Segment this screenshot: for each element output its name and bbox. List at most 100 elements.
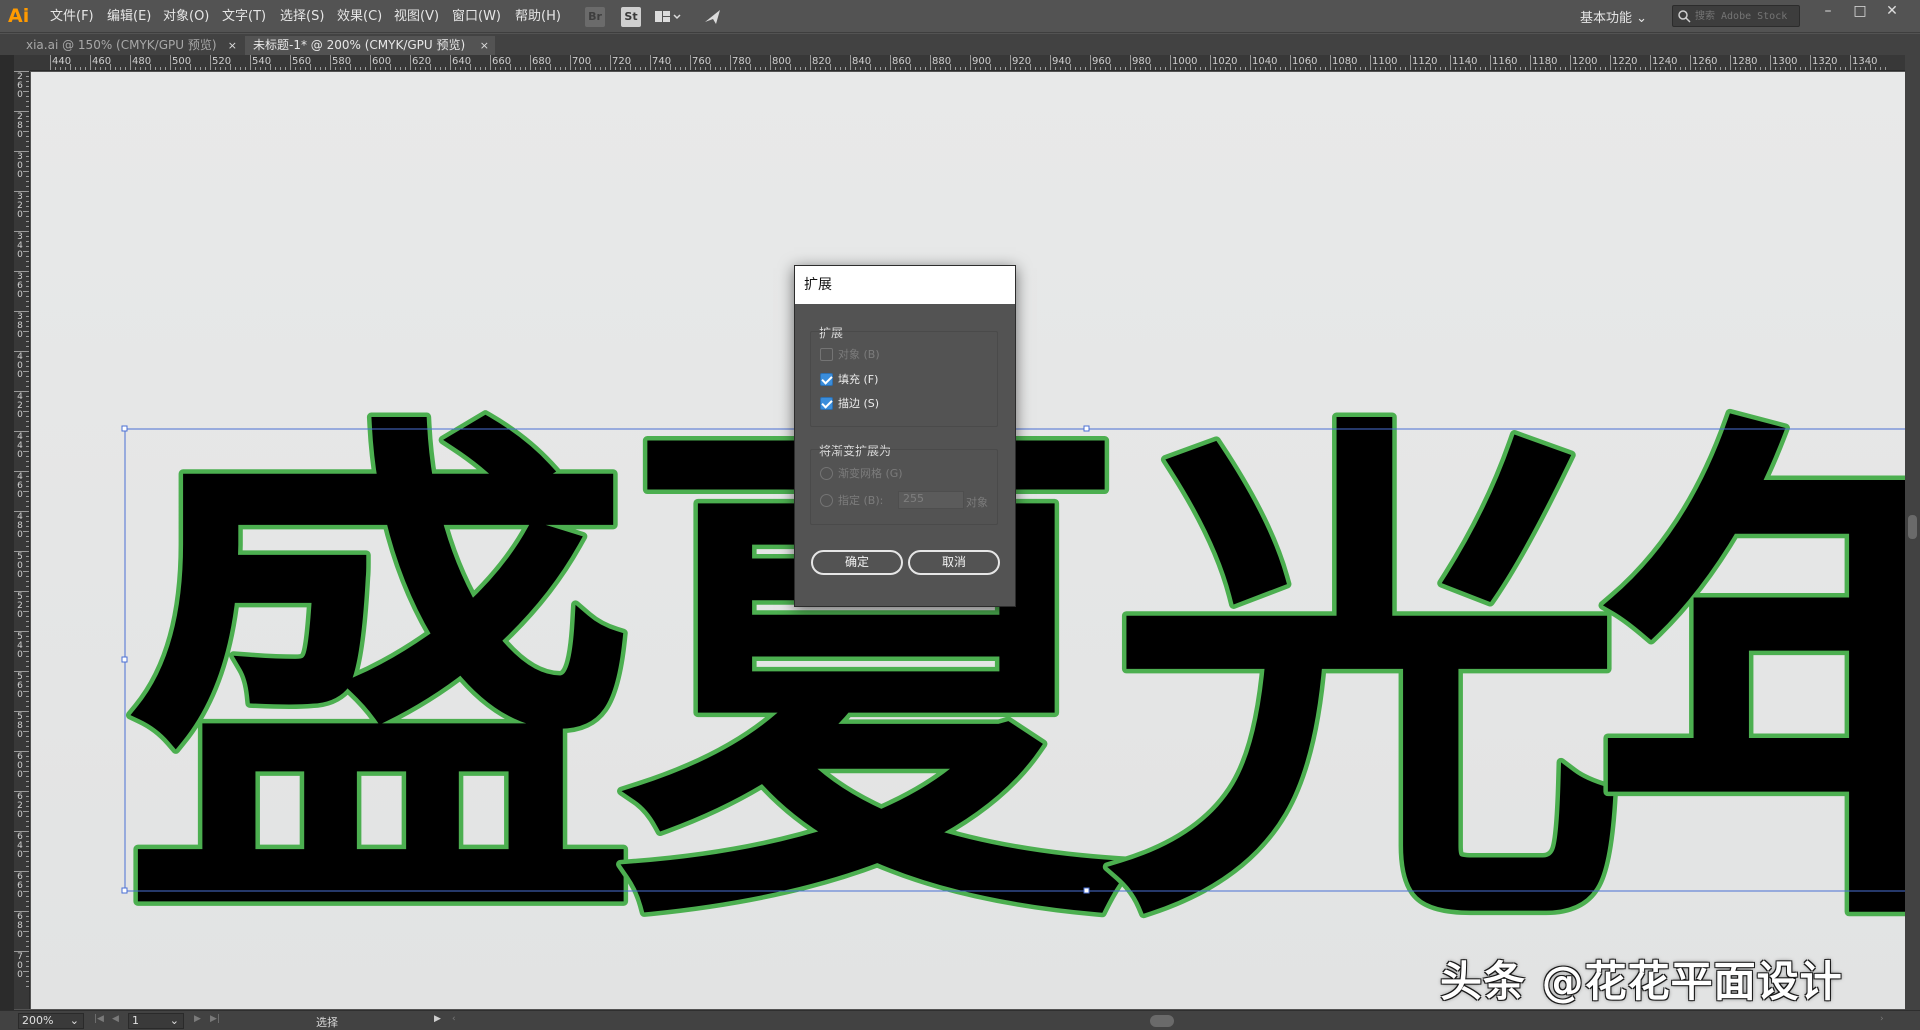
ruler-tick bbox=[26, 396, 29, 397]
gpu-performance-icon[interactable] bbox=[703, 7, 723, 27]
ruler-tick bbox=[1535, 67, 1536, 70]
tab-untitled[interactable]: 未标题-1* @ 200% (CMYK/GPU 预览) × bbox=[245, 36, 495, 55]
checkbox-fill[interactable] bbox=[820, 373, 833, 386]
next-artboard-icon[interactable]: ▶ bbox=[194, 1014, 201, 1024]
ruler-tick bbox=[1705, 67, 1706, 70]
tab-label: xia.ai @ 150% (CMYK/GPU 预览) bbox=[26, 38, 217, 52]
menu-effect[interactable]: 效果(C) bbox=[337, 8, 382, 26]
ruler-tick bbox=[380, 67, 381, 70]
close-tab-icon[interactable]: × bbox=[480, 36, 489, 55]
scroll-left-icon[interactable]: ‹ bbox=[452, 1014, 456, 1024]
ruler-tick bbox=[195, 67, 196, 70]
selection-handle[interactable] bbox=[121, 425, 128, 432]
artboard-number-field[interactable]: 1 ⌄ bbox=[128, 1013, 184, 1029]
ruler-tick bbox=[1545, 67, 1546, 70]
ruler-tick bbox=[1095, 67, 1096, 70]
ruler-tick bbox=[325, 67, 326, 70]
vertical-scrollbar[interactable] bbox=[1905, 55, 1920, 1010]
ruler-tick bbox=[14, 71, 29, 72]
ruler-tick-label: 720 bbox=[612, 56, 632, 67]
ruler-tick bbox=[1375, 67, 1376, 70]
ruler-tick bbox=[26, 176, 29, 177]
vertical-scroll-thumb[interactable] bbox=[1908, 515, 1917, 539]
status-menu-arrow-icon[interactable]: ▶ bbox=[434, 1014, 441, 1024]
dialog-title[interactable]: 扩展 bbox=[795, 266, 1015, 304]
ok-button[interactable]: 确定 bbox=[811, 550, 903, 575]
ruler-tick bbox=[1520, 67, 1521, 70]
menu-file[interactable]: 文件(F) bbox=[50, 8, 94, 26]
ruler-tick bbox=[1610, 55, 1611, 70]
menu-view[interactable]: 视图(V) bbox=[394, 8, 439, 26]
close-tab-icon[interactable]: × bbox=[228, 36, 237, 55]
arrange-documents-icon[interactable] bbox=[654, 7, 682, 27]
zoom-level-field[interactable]: 200% ⌄ bbox=[18, 1013, 84, 1029]
glyph-4[interactable]: 年 bbox=[1587, 370, 1906, 990]
checkbox-stroke[interactable] bbox=[820, 397, 833, 410]
close-window-button[interactable]: ✕ bbox=[1878, 2, 1906, 22]
menu-edit[interactable]: 编辑(E) bbox=[107, 8, 151, 26]
ruler-origin[interactable] bbox=[14, 55, 30, 71]
ruler-tick bbox=[855, 67, 856, 70]
chevron-down-icon[interactable]: ⌄ bbox=[70, 1014, 79, 1028]
ruler-tick bbox=[26, 316, 29, 317]
ruler-tick bbox=[240, 67, 241, 70]
ruler-tick bbox=[1805, 67, 1806, 70]
scroll-right-icon[interactable]: › bbox=[1880, 1014, 1884, 1024]
ruler-tick bbox=[26, 136, 29, 137]
ruler-tick bbox=[1320, 67, 1321, 70]
first-artboard-icon[interactable]: |◀ bbox=[94, 1014, 104, 1024]
ruler-tick bbox=[26, 76, 29, 77]
ruler-tick bbox=[1190, 64, 1191, 70]
ruler-tick bbox=[1795, 67, 1796, 70]
menu-object[interactable]: 对象(O) bbox=[163, 8, 209, 26]
ruler-tick bbox=[26, 641, 29, 642]
ruler-tick-label: 800 bbox=[772, 56, 792, 67]
ruler-tick-label: 880 bbox=[932, 56, 952, 67]
current-tool-status[interactable]: 选择 bbox=[316, 1014, 338, 1030]
selection-handle[interactable] bbox=[1083, 425, 1090, 432]
ruler-tick-label: 480 bbox=[17, 512, 23, 540]
ruler-tick bbox=[200, 67, 201, 70]
ruler-tick-label: 660 bbox=[17, 872, 23, 900]
ruler-tick bbox=[1530, 55, 1531, 70]
stock-icon[interactable]: St bbox=[621, 7, 641, 27]
previous-artboard-icon[interactable]: ◀ bbox=[112, 1014, 119, 1024]
ruler-tick-label: 300 bbox=[17, 152, 23, 180]
menu-help[interactable]: 帮助(H) bbox=[515, 8, 561, 26]
ruler-tick-label: 1240 bbox=[1652, 56, 1678, 67]
menu-window[interactable]: 窗口(W) bbox=[452, 8, 501, 26]
glyph-3[interactable]: 光 bbox=[1102, 370, 1631, 990]
cancel-button[interactable]: 取消 bbox=[908, 550, 1000, 575]
minimize-button[interactable]: – bbox=[1814, 2, 1842, 22]
ruler-tick bbox=[370, 55, 371, 70]
ruler-tick bbox=[26, 221, 29, 222]
selection-handle[interactable] bbox=[121, 656, 128, 663]
ruler-tick bbox=[295, 67, 296, 70]
horizontal-scroll-thumb[interactable] bbox=[1150, 1015, 1174, 1027]
ruler-tick-label: 1180 bbox=[1532, 56, 1558, 67]
stock-search-box[interactable] bbox=[1672, 5, 1800, 27]
workspace-switcher[interactable]: 基本功能 ⌄ bbox=[1580, 7, 1647, 26]
glyph-1[interactable]: 盛 bbox=[117, 370, 646, 990]
last-artboard-icon[interactable]: ▶| bbox=[210, 1014, 220, 1024]
ruler-tick bbox=[1055, 67, 1056, 70]
ruler-tick-label: 1320 bbox=[1812, 56, 1838, 67]
ruler-tick bbox=[565, 67, 566, 70]
ruler-tick bbox=[26, 841, 29, 842]
ruler-tick bbox=[675, 67, 676, 70]
menu-type[interactable]: 文字(T) bbox=[222, 8, 266, 26]
ruler-tick bbox=[1160, 67, 1161, 70]
chevron-down-icon[interactable]: ⌄ bbox=[170, 1014, 179, 1028]
ruler-tick bbox=[26, 621, 29, 622]
tab-xia[interactable]: xia.ai @ 150% (CMYK/GPU 预览) × bbox=[18, 36, 243, 55]
ruler-tick bbox=[26, 561, 29, 562]
selection-handle[interactable] bbox=[1083, 887, 1090, 894]
ruler-tick-label: 520 bbox=[17, 592, 23, 620]
ruler-tick bbox=[720, 67, 721, 70]
maximize-button[interactable]: □ bbox=[1846, 2, 1874, 22]
menu-select[interactable]: 选择(S) bbox=[280, 8, 324, 26]
bridge-icon[interactable]: Br bbox=[585, 7, 605, 27]
ruler-tick bbox=[1215, 67, 1216, 70]
stock-search-input[interactable] bbox=[1695, 8, 1799, 24]
selection-handle[interactable] bbox=[121, 887, 128, 894]
